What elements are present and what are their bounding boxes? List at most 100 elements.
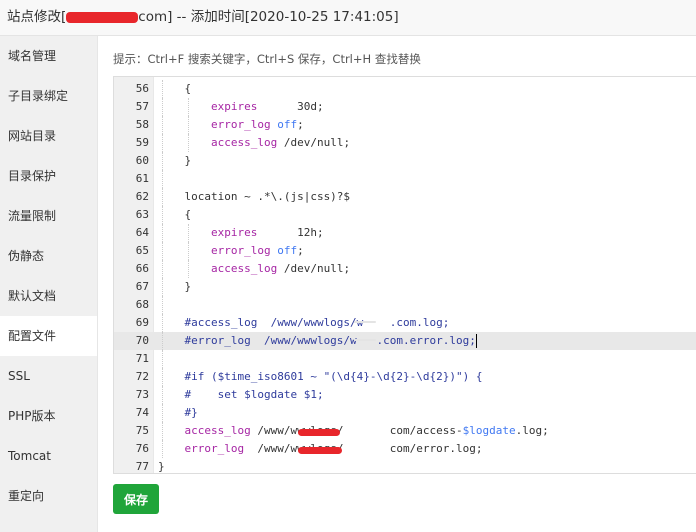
code-line[interactable]: 77} <box>114 458 696 473</box>
code-token: /dev/null; <box>277 262 351 275</box>
code-line[interactable]: 73 # set $logdate $1; <box>114 386 696 404</box>
line-number: 61 <box>135 172 149 185</box>
sidebar-item-1[interactable]: 子目录绑定 <box>0 76 97 116</box>
config-editor[interactable]: 56 {57 expires 30d; 58 error_log off; 59 a… <box>113 76 696 474</box>
line-number: 67 <box>135 280 149 293</box>
sidebar-item-0[interactable]: 域名管理 <box>0 36 97 76</box>
sidebar-item-3[interactable]: 目录保护 <box>0 156 97 196</box>
code-text: #} <box>158 404 197 422</box>
code-token: #if ($time_iso8601 ~ "(\d{4}-\d{2}-\d{2}… <box>158 370 483 383</box>
text-cursor <box>475 334 477 348</box>
code-line[interactable]: 59 access_log /dev/null; <box>114 134 696 152</box>
shortcut-hint: 提示：Ctrl+F 搜索关键字，Ctrl+S 保存，Ctrl+H 查找替换 <box>113 52 421 66</box>
code-token: ; <box>297 244 304 257</box>
code-line[interactable]: 76 error_log /www/wwwlogs/ com/error.log… <box>114 440 696 458</box>
code-token: ; <box>297 118 304 131</box>
code-line[interactable]: 56 { <box>114 80 696 98</box>
code-line[interactable]: 72 #if ($time_iso8601 ~ "(\d{4}-\d{2}-\d… <box>114 368 696 386</box>
code-line[interactable]: 66 access_log /dev/null; <box>114 260 696 278</box>
line-number: 62 <box>135 190 149 203</box>
code-token: off <box>277 244 298 257</box>
code-text: location ~ .*\.(js|css)?$ <box>158 188 350 206</box>
code-token: error_log <box>210 244 271 257</box>
sidebar-item-9[interactable]: PHP版本 <box>0 396 97 436</box>
sidebar-item-7[interactable]: 配置文件 <box>0 316 97 356</box>
code-line[interactable]: 60 } <box>114 152 696 170</box>
line-number: 73 <box>135 388 149 401</box>
code-line[interactable]: 57 expires 30d; <box>114 98 696 116</box>
code-text: { <box>158 206 191 224</box>
line-number: 58 <box>135 118 149 131</box>
redacted-domain <box>298 429 340 436</box>
code-text: access_log /dev/null; <box>158 134 350 152</box>
line-number: 76 <box>135 442 149 455</box>
code-token: location ~ .*\.(js|css)?$ <box>158 190 351 203</box>
code-text: } <box>158 458 165 473</box>
code-token: expires <box>210 100 258 113</box>
code-line[interactable]: 69 #access_log /www/wwwlogs/w .com.log; <box>114 314 696 332</box>
code-token: #error_log /www/wwwlogs/w .com.error.log… <box>158 334 476 347</box>
code-text: { <box>158 80 191 98</box>
code-text: error_log off; <box>158 116 304 134</box>
code-text: } <box>158 152 191 170</box>
save-button[interactable]: 保存 <box>113 484 159 514</box>
code-line[interactable]: 58 error_log off; <box>114 116 696 134</box>
code-line[interactable]: 71 <box>114 350 696 368</box>
code-line[interactable]: 74 #} <box>114 404 696 422</box>
code-token: error_log <box>210 118 271 131</box>
code-text: expires 12h; <box>158 224 324 242</box>
code-text: access_log /www/wwwlogs/ com/access-$log… <box>158 422 549 440</box>
code-line[interactable]: 63 { <box>114 206 696 224</box>
code-token: #access_log /www/wwwlogs/w .com.log; <box>158 316 450 329</box>
code-line[interactable]: 70 #error_log /www/wwwlogs/w .com.error.… <box>114 332 696 350</box>
sidebar: 域名管理 子目录绑定 网站目录 目录保护 流量限制 伪静态 默认文档 配置文件 SSL PHP版本… <box>0 36 98 532</box>
sidebar-item-5[interactable]: 伪静态 <box>0 236 97 276</box>
redacted-domain <box>298 447 342 454</box>
sidebar-item-10[interactable]: Tomcat <box>0 436 97 476</box>
code-line[interactable]: 68 <box>114 296 696 314</box>
code-token: access_log <box>210 262 278 275</box>
code-token: /dev/null; <box>277 136 351 149</box>
sidebar-item-11[interactable]: 重定向 <box>0 476 97 516</box>
sidebar-item-2[interactable]: 网站目录 <box>0 116 97 156</box>
code-text: error_log off; <box>158 242 304 260</box>
sidebar-item-8[interactable]: SSL <box>0 356 97 396</box>
code-token: 30d; <box>257 100 324 113</box>
line-number: 66 <box>135 262 149 275</box>
line-number: 68 <box>135 298 149 311</box>
sidebar-item-4[interactable]: 流量限制 <box>0 196 97 236</box>
line-number: 64 <box>135 226 149 239</box>
code-token: access_log <box>184 424 251 437</box>
code-line[interactable]: 67 } <box>114 278 696 296</box>
code-text: #access_log /www/wwwlogs/w .com.log; <box>158 314 449 332</box>
window-title: 站点修改[com] -- 添加时间[2020-10-25 17:41:05] <box>0 0 696 36</box>
title-prefix: 站点修改[ <box>7 9 67 25</box>
code-text: #if ($time_iso8601 ~ "(\d{4}-\d{2}-\d{2}… <box>158 368 483 386</box>
sidebar-item-6[interactable]: 默认文档 <box>0 276 97 316</box>
code-token: $logdate <box>462 424 516 437</box>
code-line[interactable]: 62 location ~ .*\.(js|css)?$ <box>114 188 696 206</box>
line-number: 59 <box>135 136 149 149</box>
line-number: 77 <box>135 460 149 473</box>
line-number: 74 <box>135 406 149 419</box>
line-number: 56 <box>135 82 149 95</box>
code-line[interactable]: 65 error_log off; <box>114 242 696 260</box>
code-token: 12h; <box>257 226 324 239</box>
redacted-domain <box>354 339 376 341</box>
code-token: error_log <box>184 442 245 455</box>
code-line[interactable]: 75 access_log /www/wwwlogs/ com/access-$… <box>114 422 696 440</box>
code-text: expires 30d; <box>158 98 324 116</box>
code-line[interactable]: 64 expires 12h; <box>114 224 696 242</box>
indent-guide <box>162 350 163 368</box>
code-lines[interactable]: 56 {57 expires 30d; 58 error_log off; 59 a… <box>114 80 696 473</box>
line-number: 72 <box>135 370 149 383</box>
code-line[interactable]: 61 <box>114 170 696 188</box>
